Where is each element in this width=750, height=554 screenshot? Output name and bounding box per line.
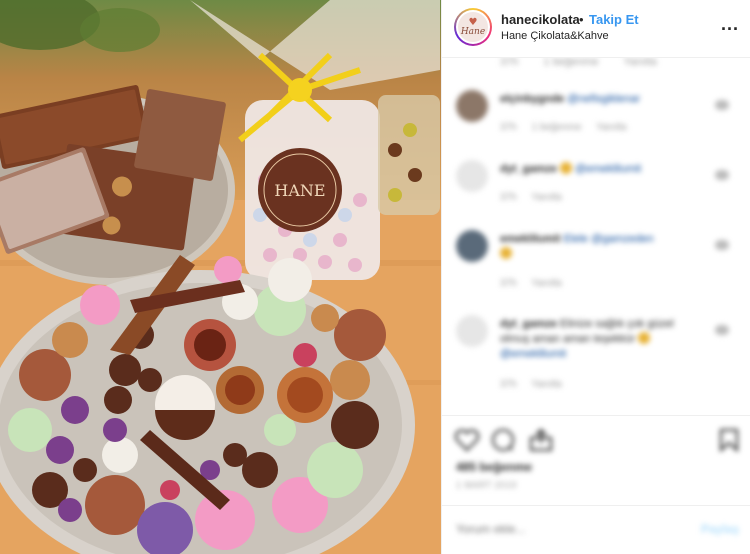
separator-dot: •	[579, 12, 584, 27]
comment-text: emeklilumit Elele @gamzeden	[500, 232, 700, 262]
logo-text: Hane	[460, 26, 486, 37]
comment-likes[interactable]: 1 beğenme	[531, 122, 581, 133]
comment-text: elçinbygnde @nefisgiklenar	[500, 92, 700, 107]
post-date: 1 MART 2019	[456, 480, 517, 490]
comment-text: dyt_gamze Elinize sağlık çok güzel olmuş…	[500, 317, 700, 362]
comment-meta: 37h Yanıtla	[500, 379, 574, 390]
comment-text: dyt_gamze @emeklilumit	[500, 162, 700, 177]
more-options-icon[interactable]: ...	[721, 14, 739, 35]
emoji-icon	[500, 247, 512, 259]
reply-button[interactable]: Yanıtla	[531, 192, 561, 203]
emoji-icon	[559, 162, 572, 174]
reply-button[interactable]: Yanıtla	[531, 379, 561, 390]
comment-username[interactable]: dyt_gamze	[500, 163, 557, 175]
comment-time: 37h	[500, 379, 517, 390]
commenter-avatar[interactable]	[456, 315, 488, 347]
chocolate-photo-illustration: HANE	[0, 0, 441, 554]
profile-avatar[interactable]: ♥ Hane	[454, 8, 492, 46]
comment-username[interactable]: elçinbygnde	[500, 93, 564, 105]
post-photo[interactable]: HANE	[0, 0, 441, 554]
comment-time: 37h	[500, 192, 517, 203]
comment-like-heart-icon[interactable]	[715, 100, 729, 110]
comment-time: 37h	[500, 122, 517, 133]
likes-count[interactable]: 485 beğenme	[456, 460, 532, 474]
bookmark-icon[interactable]	[716, 428, 744, 453]
post-actions: 485 beğenme 1 MART 2019	[442, 415, 750, 505]
comments-list[interactable]: 37h 1 beğenme Yanıtla elçinbygnde @nefis…	[442, 58, 750, 415]
add-comment-bar: Paylaş	[442, 505, 750, 554]
comment-meta: 37h Yanıtla	[500, 278, 574, 289]
hane-logo: ♥ Hane	[458, 12, 488, 42]
comment-mention[interactable]: @emeklilumit	[500, 348, 566, 360]
comment-username[interactable]: emeklilumit	[500, 233, 561, 245]
comment-mention[interactable]: @emeklilumit	[575, 163, 641, 175]
comment-like-heart-icon[interactable]	[715, 325, 729, 335]
commenter-avatar[interactable]	[456, 160, 488, 192]
comment-icon[interactable]	[490, 428, 518, 452]
follow-button[interactable]: Takip Et	[589, 12, 639, 27]
post-comment-button[interactable]: Paylaş	[701, 522, 739, 536]
reply-button[interactable]: Yanıtla	[623, 58, 656, 68]
comment-input[interactable]	[456, 522, 676, 536]
comment-likes[interactable]: 1 beğenme	[543, 58, 598, 68]
heart-logo-icon: ♥	[468, 16, 478, 28]
comment-like-heart-icon[interactable]	[715, 240, 729, 250]
comment-meta: 37h 1 beğenme Yanıtla	[500, 122, 639, 133]
comment-time: 37h	[500, 58, 519, 68]
comment-mention[interactable]: @nefisgiklenar	[567, 93, 640, 105]
post-header: ♥ Hane hanecikolata • Takip Et Hane Çiko…	[442, 0, 750, 58]
commenter-avatar[interactable]	[456, 230, 488, 262]
previous-comment-meta: 37h 1 beğenme Yanıtla	[500, 58, 679, 68]
share-icon[interactable]	[528, 428, 556, 452]
commenter-avatar[interactable]	[456, 90, 488, 122]
heart-icon[interactable]	[454, 428, 482, 452]
comment-like-heart-icon[interactable]	[715, 170, 729, 180]
location-link[interactable]: Hane Çikolata&Kahve	[501, 30, 609, 42]
comment-username[interactable]: dyt_gamze	[500, 318, 557, 330]
reply-button[interactable]: Yanıtla	[531, 278, 561, 289]
svg-text:HANE: HANE	[274, 181, 325, 200]
reply-button[interactable]: Yanıtla	[596, 122, 626, 133]
username-link[interactable]: hanecikolata	[501, 12, 580, 27]
emoji-icon	[638, 332, 651, 344]
comment-mention[interactable]: Elele @gamzeden	[564, 233, 654, 245]
post-side-panel: ♥ Hane hanecikolata • Takip Et Hane Çiko…	[441, 0, 750, 554]
comment-time: 37h	[500, 278, 517, 289]
comment-meta: 37h Yanıtla	[500, 192, 574, 203]
